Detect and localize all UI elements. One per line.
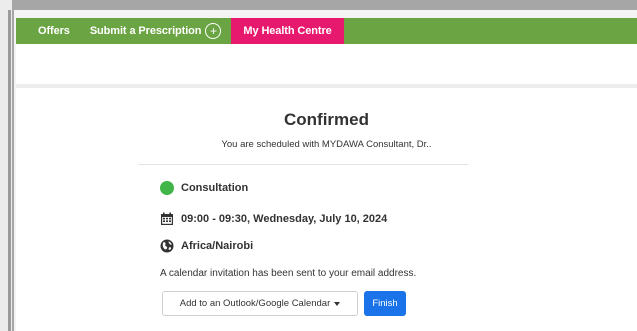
add-to-calendar-label: Add to an Outlook/Google Calendar <box>179 298 331 309</box>
window-frame-left <box>0 0 12 331</box>
finish-button[interactable]: Finish <box>364 291 406 316</box>
nav-item-offers[interactable]: Offers <box>16 18 80 44</box>
timezone-row: Africa/Nairobi <box>160 239 253 253</box>
top-navigation-bar: Offers Submit a Prescription + My Health… <box>16 18 637 44</box>
caret-down-icon <box>334 301 341 306</box>
page-title: Confirmed <box>284 110 369 129</box>
nav-item-label: Offers <box>38 25 70 37</box>
nav-item-label: Submit a Prescription <box>89 25 202 37</box>
invitation-info-text: A calendar invitation has been sent to y… <box>160 268 417 279</box>
calendar-icon <box>161 212 173 225</box>
nav-item-submit-prescription[interactable]: Submit a Prescription + <box>80 18 232 44</box>
header-banner <box>16 44 637 84</box>
divider <box>138 164 468 165</box>
add-to-calendar-dropdown-button[interactable]: Add to an Outlook/Google Calendar <box>162 291 358 316</box>
event-row: Consultation <box>160 181 248 195</box>
status-dot-icon <box>160 181 174 195</box>
finish-label: Finish <box>372 298 398 309</box>
nav-item-label: My Health Centre <box>243 25 332 37</box>
nav-item-my-health-centre[interactable]: My Health Centre <box>231 18 344 44</box>
schedule-subtitle: You are scheduled with MYDAWA Consultant… <box>221 139 432 150</box>
globe-icon <box>160 239 174 253</box>
timezone-label: Africa/Nairobi <box>181 240 254 252</box>
datetime-row: 09:00 - 09:30, Wednesday, July 10, 2024 <box>160 212 387 226</box>
plus-circle-icon: + <box>205 23 222 39</box>
event-name: Consultation <box>181 182 249 194</box>
confirmation-card: Confirmed You are scheduled with MYDAWA … <box>16 88 637 331</box>
event-datetime: 09:00 - 09:30, Wednesday, July 10, 2024 <box>181 213 388 225</box>
